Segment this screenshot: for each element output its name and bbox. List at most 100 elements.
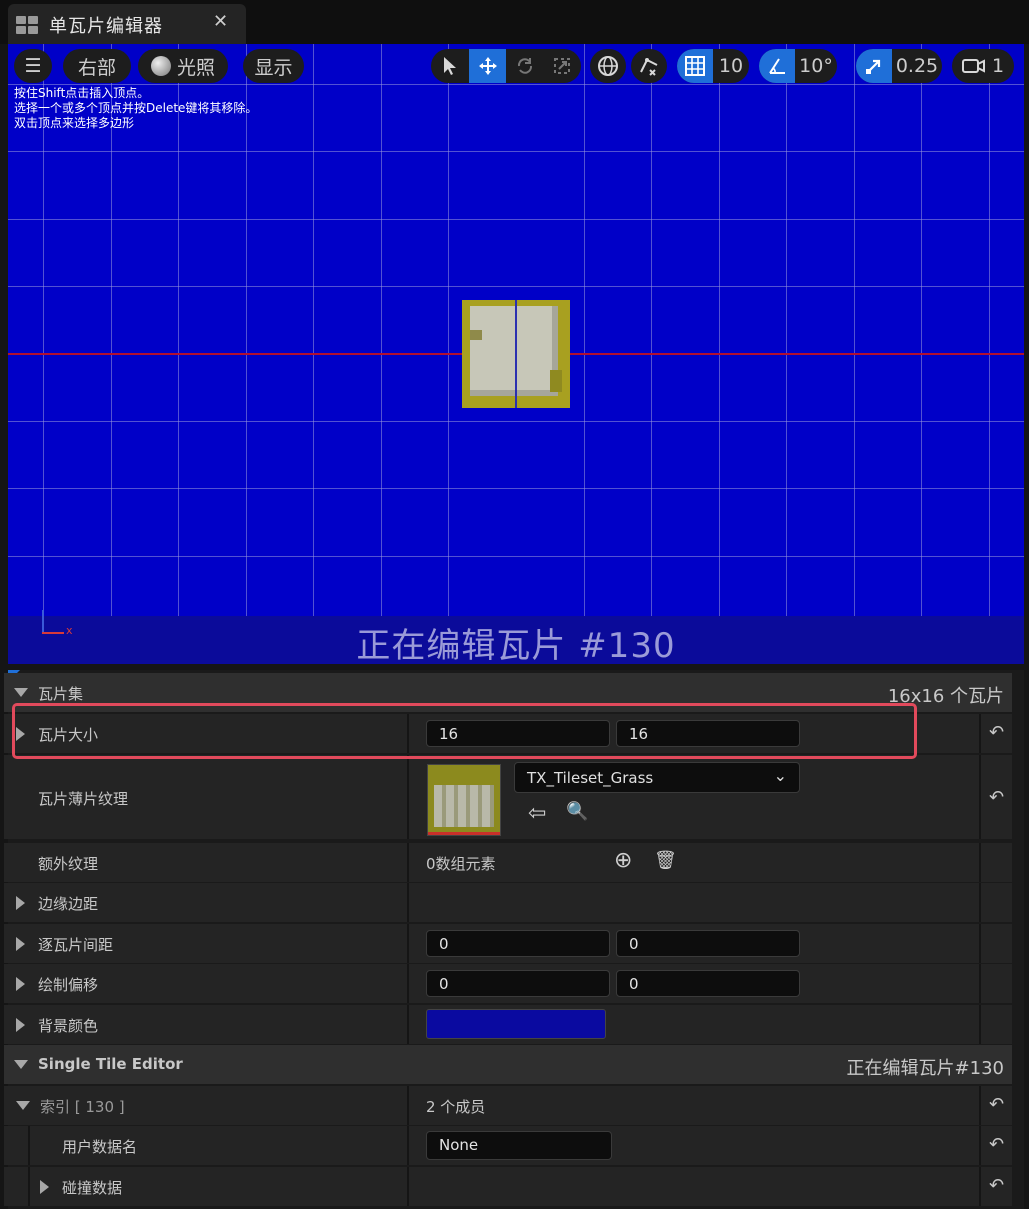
tile-size-x-input[interactable]: 16 [426,720,610,747]
show-label: 显示 [254,56,293,79]
reset-icon[interactable]: ↶ [989,1134,1004,1155]
property-row-border-margin: 边缘边距 [4,883,1012,922]
property-row-background-color: 背景颜色 [4,1005,1012,1044]
editor-tab[interactable]: 单瓦片编辑器 ✕ [8,4,246,44]
world-local-button[interactable] [590,49,626,83]
property-label: 背景颜色 [38,1017,99,1035]
menu-button[interactable]: ☰ [14,49,52,83]
offset-x-input[interactable]: 0 [426,970,610,997]
surface-snap-button[interactable] [631,49,667,83]
camera-speed-button[interactable]: 1 [952,49,1014,83]
scale-icon [554,58,570,74]
texture-dropdown[interactable]: TX_Tileset_Grass ⌄ [514,762,800,793]
property-row-tile-size: 瓦片大小 16 16 ↶ [4,714,1012,753]
grid-icon [685,56,705,76]
collapse-caret-icon[interactable] [14,1060,28,1069]
tileset-section-header[interactable]: 瓦片集 16x16 个瓦片 [4,673,1012,712]
property-row-drawing-offset: 绘制偏移 0 0 [4,964,1012,1003]
spacing-y-input[interactable]: 0 [616,930,800,957]
x-axis-label: x [66,624,73,637]
tab-bar: 单瓦片编辑器 ✕ [0,0,1029,44]
texture-thumbnail[interactable] [427,764,501,836]
rotation-snap-toggle[interactable] [759,49,795,83]
single-tile-section-header[interactable]: Single Tile Editor 正在编辑瓦片#130 [4,1045,1012,1084]
property-row-user-data-name: 用户数据名 None ↶ [4,1126,1012,1165]
lighting-sphere-icon [150,56,171,76]
surface-snap-icon [640,58,658,76]
user-data-name-input[interactable]: None [426,1131,612,1160]
property-label: 瓦片大小 [38,726,99,744]
grid-snap-value[interactable]: 10 [713,49,749,83]
select-tool[interactable] [431,49,469,83]
reset-icon[interactable]: ↶ [989,1175,1004,1196]
move-tool[interactable] [469,49,506,83]
property-label: 额外纹理 [38,855,99,873]
browse-asset-icon[interactable]: 🔍 [566,801,588,822]
property-label: 边缘边距 [38,895,99,913]
scale-snap-toggle[interactable] [856,49,892,83]
rotate-tool[interactable] [506,49,543,83]
hint-line: 按住Shift点击插入顶点。 [14,86,150,100]
rotate-icon [517,58,532,74]
property-row-additional-textures: 额外纹理 0数组元素 ⊕ 🗑 [4,843,1012,882]
expand-caret-icon[interactable] [16,977,25,991]
lighting-label: 光照 [176,56,215,79]
property-row-collision-data: 碰撞数据 ↶ [4,1167,1012,1206]
view-mode-button[interactable]: 右部 [63,49,131,83]
camera-speed-value: 1 [991,55,1005,77]
viewport-hints: 按住Shift点击插入顶点。 选择一个或多个顶点并按Delete键将其移除。 双… [14,86,257,131]
reset-icon[interactable]: ↶ [989,1094,1004,1115]
lighting-button[interactable]: 光照 [138,49,228,83]
section-label: Single Tile Editor [38,1055,183,1073]
collapse-caret-icon[interactable] [14,688,28,697]
collapse-caret-icon[interactable] [16,1101,30,1110]
reset-icon[interactable]: ↶ [989,787,1004,808]
transform-tools [431,49,581,83]
offset-y-input[interactable]: 0 [616,970,800,997]
property-label: 绘制偏移 [38,976,99,994]
globe-icon [598,56,618,76]
tile-size-y-input[interactable]: 16 [616,720,800,747]
trash-icon[interactable]: 🗑 [654,850,677,871]
scale-snap-value[interactable]: 0.25 [892,49,942,83]
rotation-snap-group: 10° [759,49,837,83]
property-row-per-tile-spacing: 逐瓦片间距 0 0 [4,924,1012,963]
editing-status: 正在编辑瓦片 #130 [356,626,676,664]
property-label: 逐瓦片间距 [38,936,114,954]
editing-tile-info: 正在编辑瓦片#130 [846,1058,1004,1079]
property-label: 碰撞数据 [62,1179,123,1197]
expand-caret-icon[interactable] [16,937,25,951]
tile-preview[interactable] [462,300,570,408]
texture-name: TX_Tileset_Grass [527,769,654,787]
grid-snap-toggle[interactable] [677,49,713,83]
tile-editor-icon [16,16,38,34]
background-color-swatch[interactable] [426,1009,606,1039]
expand-caret-icon[interactable] [16,727,25,741]
scale-tool[interactable] [543,49,581,83]
reset-icon[interactable]: ↶ [989,722,1004,743]
close-icon[interactable]: ✕ [213,11,228,32]
spacing-x-input[interactable]: 0 [426,930,610,957]
hint-line: 选择一个或多个顶点并按Delete键将其移除。 [14,101,258,115]
expand-caret-icon[interactable] [16,1018,25,1032]
camera-icon [961,59,985,73]
property-row-tile-sheet-texture: 瓦片薄片纹理 ↶ [4,755,1012,839]
use-selected-asset-icon[interactable]: ⇦ [528,801,546,826]
expand-caret-icon[interactable] [16,896,25,910]
view-mode-label: 右部 [77,56,116,79]
tile-viewport[interactable]: ☰ 右部 光照 显示 10 10° 0.25 1 按住Shift点击插入顶点。 … [8,44,1024,664]
chevron-down-icon: ⌄ [773,766,787,785]
move-arrows-icon [478,57,497,75]
axis-gizmo: x [36,604,76,644]
expand-caret-icon[interactable] [40,1180,49,1194]
show-button[interactable]: 显示 [243,49,304,83]
rotation-snap-value[interactable]: 10° [795,49,837,83]
hint-line: 双击顶点来选择多边形 [14,116,135,130]
grid-snap-group: 10 [677,49,749,83]
tile-count-info: 16x16 个瓦片 [887,686,1004,707]
property-label: 瓦片薄片纹理 [38,790,129,808]
angle-icon [769,58,785,74]
hamburger-icon: ☰ [24,55,42,77]
scale-snap-group: 0.25 [856,49,942,83]
add-element-icon[interactable]: ⊕ [614,848,632,873]
